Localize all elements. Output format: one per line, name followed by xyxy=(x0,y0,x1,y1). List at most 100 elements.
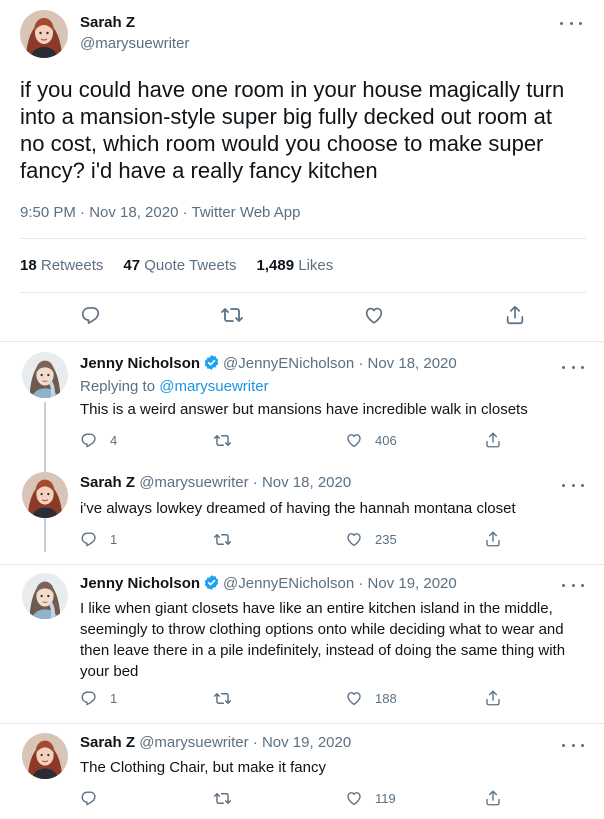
retweet-button[interactable] xyxy=(213,788,244,808)
like-button[interactable]: 188 xyxy=(345,688,397,708)
author-handle[interactable]: @JennyENicholson xyxy=(223,575,354,592)
retweet-icon xyxy=(213,530,232,549)
reply-date[interactable]: · Nov 19, 2020 xyxy=(358,575,456,592)
quote-tweets-stat[interactable]: 47 Quote Tweets xyxy=(123,257,236,274)
reply-date[interactable]: · Nov 19, 2020 xyxy=(253,734,351,751)
author-handle[interactable]: @marysuewriter xyxy=(139,734,248,751)
reply-date[interactable]: · Nov 18, 2020 xyxy=(253,474,351,491)
avatar-image xyxy=(22,573,68,619)
verified-badge-icon xyxy=(203,354,220,371)
avatar-image xyxy=(22,472,68,518)
author-handle[interactable]: @marysuewriter xyxy=(80,35,189,52)
like-count: 188 xyxy=(375,690,397,706)
reply-text: This is a weird answer but mansions have… xyxy=(80,401,528,418)
like-icon xyxy=(345,530,363,548)
share-icon xyxy=(504,304,526,326)
tweet-actions xyxy=(0,300,604,330)
reply-count: 4 xyxy=(110,432,118,448)
reply-actions: 119 xyxy=(80,788,520,808)
reply-header: Sarah Z @marysuewriter · Nov 19, 2020 xyxy=(80,734,351,751)
likes-stat[interactable]: 1,489 Likes xyxy=(257,257,334,274)
avatar[interactable] xyxy=(22,352,68,398)
more-icon[interactable] xyxy=(562,578,584,592)
reply-icon xyxy=(80,431,98,449)
avatar[interactable] xyxy=(22,472,68,518)
share-button[interactable] xyxy=(484,788,502,808)
reply-actions: 4 406 xyxy=(80,430,520,450)
retweet-icon xyxy=(213,431,232,450)
retweets-stat[interactable]: 18 Retweets xyxy=(20,257,103,274)
retweet-button[interactable] xyxy=(213,529,244,549)
reply-text: The Clothing Chair, but make it fancy xyxy=(80,759,326,776)
likes-count: 1,489 xyxy=(256,257,295,274)
more-icon[interactable] xyxy=(562,478,584,492)
reply-icon xyxy=(80,530,98,548)
retweets-count: 18 xyxy=(20,257,37,274)
share-icon xyxy=(484,530,502,548)
author-handle[interactable]: @JennyENicholson xyxy=(223,355,354,372)
retweet-icon xyxy=(213,789,232,808)
tweet-timestamp[interactable]: 9:50 PM · Nov 18, 2020 · Twitter Web App xyxy=(20,204,300,221)
reply-actions: 1 235 xyxy=(80,529,520,549)
tweet-text: if you could have one room in your house… xyxy=(20,77,565,183)
retweet-button[interactable] xyxy=(213,688,244,708)
reply-date[interactable]: · Nov 18, 2020 xyxy=(358,355,456,372)
divider xyxy=(20,238,586,239)
divider xyxy=(20,292,586,293)
like-button[interactable]: 235 xyxy=(345,529,397,549)
quote-tweets-label: Quote Tweets xyxy=(144,257,237,274)
retweets-label: Retweets xyxy=(40,257,104,274)
author-name[interactable]: Sarah Z xyxy=(80,474,135,491)
avatar[interactable] xyxy=(22,733,68,779)
like-icon xyxy=(363,304,385,326)
divider xyxy=(0,564,604,565)
retweet-icon xyxy=(220,303,244,327)
reply-count: 1 xyxy=(110,531,118,547)
share-button[interactable] xyxy=(484,688,502,708)
more-icon[interactable] xyxy=(562,738,584,752)
reply-button[interactable]: 4 xyxy=(80,430,117,450)
verified-badge-icon xyxy=(203,574,220,591)
reply-count: 1 xyxy=(110,690,118,706)
share-button[interactable] xyxy=(500,300,530,330)
avatar-image xyxy=(22,352,68,398)
share-button[interactable] xyxy=(484,430,502,450)
retweet-button[interactable] xyxy=(213,430,244,450)
avatar-image xyxy=(20,10,68,58)
reply-icon xyxy=(80,789,98,807)
author-name[interactable]: Sarah Z xyxy=(80,14,135,31)
quote-tweets-count: 47 xyxy=(123,257,141,274)
like-icon xyxy=(345,431,363,449)
reply-button[interactable]: 1 xyxy=(80,529,117,549)
retweet-icon xyxy=(213,689,232,708)
like-count: 235 xyxy=(375,531,397,547)
like-button[interactable]: 119 xyxy=(345,788,396,808)
like-count: 406 xyxy=(375,432,397,448)
share-icon xyxy=(484,431,502,449)
reply-button[interactable] xyxy=(76,300,106,330)
like-button[interactable]: 406 xyxy=(345,430,397,450)
avatar[interactable] xyxy=(20,10,68,58)
more-icon[interactable] xyxy=(560,16,582,30)
avatar[interactable] xyxy=(22,573,68,619)
like-button[interactable] xyxy=(359,300,389,330)
author-name[interactable]: Sarah Z xyxy=(80,734,135,751)
replying-to: Replying to @marysuewriter xyxy=(80,378,269,395)
reply-button[interactable] xyxy=(80,788,110,808)
retweet-button[interactable] xyxy=(217,300,247,330)
reply-text: I like when giant closets have like an e… xyxy=(80,600,566,680)
like-icon xyxy=(345,689,363,707)
share-button[interactable] xyxy=(484,529,502,549)
reply-actions: 1 188 xyxy=(80,688,520,708)
divider xyxy=(0,723,604,724)
replying-to-link[interactable]: @marysuewriter xyxy=(159,378,268,395)
reply-icon xyxy=(80,304,102,326)
author-name[interactable]: Jenny Nicholson xyxy=(80,575,200,592)
share-icon xyxy=(484,789,502,807)
reply-button[interactable]: 1 xyxy=(80,688,117,708)
like-count: 119 xyxy=(375,790,396,806)
author-handle[interactable]: @marysuewriter xyxy=(139,474,248,491)
author-name[interactable]: Jenny Nicholson xyxy=(80,355,200,372)
more-icon[interactable] xyxy=(562,360,584,374)
tweet-stats: 18 Retweets 47 Quote Tweets 1,489 Likes xyxy=(20,257,333,274)
